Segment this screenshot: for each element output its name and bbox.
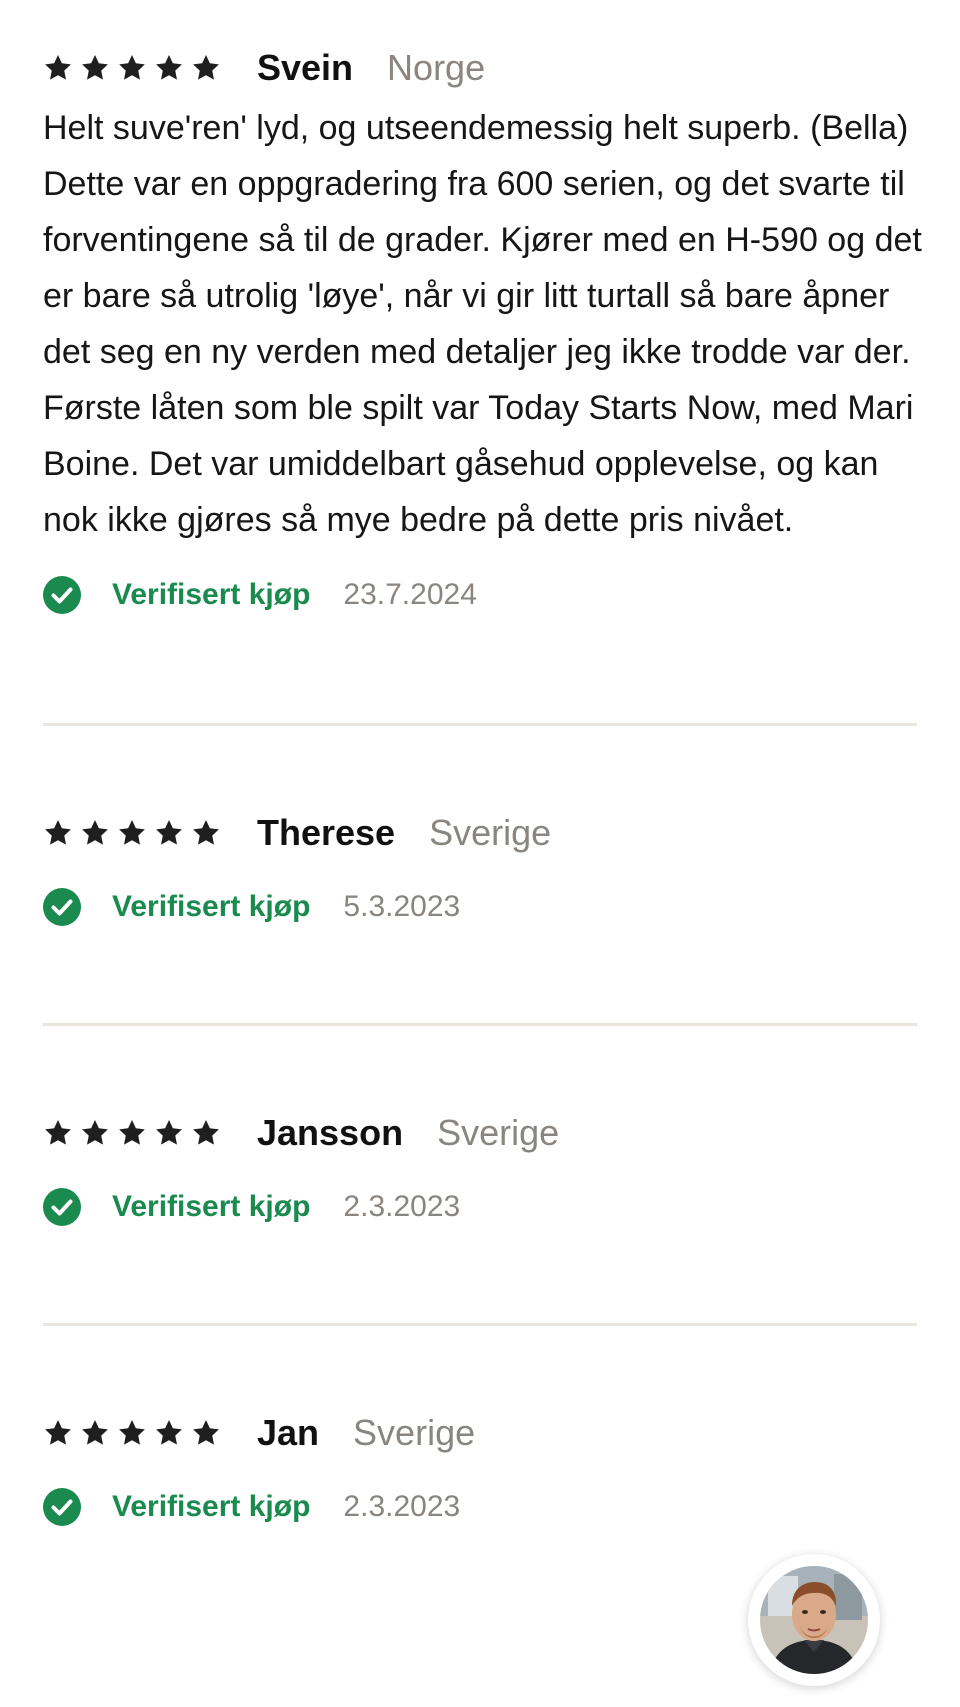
review-item: Jan Sverige Verifisert kjøp 2.3.2023 <box>43 1326 917 1527</box>
avatar <box>760 1566 868 1674</box>
verified-purchase-label: Verifisert kjøp <box>112 1190 311 1223</box>
review-author: Jansson <box>257 1112 404 1153</box>
review-text: Helt suve'ren' lyd, og utseendemessig he… <box>43 109 922 539</box>
review-country: Sverige <box>353 1412 476 1453</box>
star-icon <box>117 818 147 848</box>
star-icon <box>80 53 110 83</box>
review-date: 23.7.2024 <box>343 578 477 611</box>
reviews-list: Svein Norge Helt suve'ren' lyd, og utsee… <box>43 0 922 1527</box>
chat-avatar-button[interactable] <box>748 1554 880 1686</box>
review-meta: Verifisert kjøp 23.7.2024 <box>43 575 917 615</box>
review-meta: Verifisert kjøp 2.3.2023 <box>43 1187 917 1227</box>
review-meta: Verifisert kjøp 2.3.2023 <box>43 1487 917 1527</box>
star-icon <box>117 1118 147 1148</box>
star-icon <box>43 1418 73 1448</box>
star-rating <box>43 1118 221 1148</box>
star-rating <box>43 1418 221 1448</box>
star-rating <box>43 818 221 848</box>
review-item: Therese Sverige Verifisert kjøp 5.3.2023 <box>43 726 917 927</box>
check-circle-icon <box>43 1488 81 1526</box>
star-icon <box>154 1118 184 1148</box>
star-icon <box>154 1418 184 1448</box>
review-header: Jan Sverige <box>43 1412 917 1453</box>
verified-purchase-label: Verifisert kjøp <box>112 890 311 923</box>
review-header: Svein Norge <box>43 47 917 88</box>
star-icon <box>80 1118 110 1148</box>
check-circle-icon <box>43 576 81 614</box>
review-date: 2.3.2023 <box>343 1490 461 1523</box>
star-icon <box>43 818 73 848</box>
review-author: Svein <box>257 47 354 88</box>
star-icon <box>117 53 147 83</box>
review-country: Sverige <box>437 1112 560 1153</box>
verified-purchase-label: Verifisert kjøp <box>112 578 311 611</box>
review-date: 5.3.2023 <box>343 890 461 923</box>
star-icon <box>154 53 184 83</box>
star-icon <box>191 818 221 848</box>
check-circle-icon <box>43 1188 81 1226</box>
review-header: Therese Sverige <box>43 812 917 853</box>
review-country: Norge <box>387 47 486 88</box>
review-author: Jan <box>257 1412 320 1453</box>
review-header: Jansson Sverige <box>43 1112 917 1153</box>
review-author: Therese <box>257 812 396 853</box>
star-icon <box>191 1118 221 1148</box>
star-icon <box>80 1418 110 1448</box>
star-icon <box>80 818 110 848</box>
verified-purchase-label: Verifisert kjøp <box>112 1490 311 1523</box>
star-rating <box>43 53 221 83</box>
check-circle-icon <box>43 888 81 926</box>
star-icon <box>191 53 221 83</box>
review-date: 2.3.2023 <box>343 1190 461 1223</box>
star-icon <box>117 1418 147 1448</box>
star-icon <box>43 53 73 83</box>
star-icon <box>154 818 184 848</box>
review-item: Jansson Sverige Verifisert kjøp 2.3.2023 <box>43 1026 917 1227</box>
review-country: Sverige <box>429 812 552 853</box>
star-icon <box>43 1118 73 1148</box>
review-meta: Verifisert kjøp 5.3.2023 <box>43 887 917 927</box>
review-item: Svein Norge Helt suve'ren' lyd, og utsee… <box>43 0 922 615</box>
star-icon <box>191 1418 221 1448</box>
